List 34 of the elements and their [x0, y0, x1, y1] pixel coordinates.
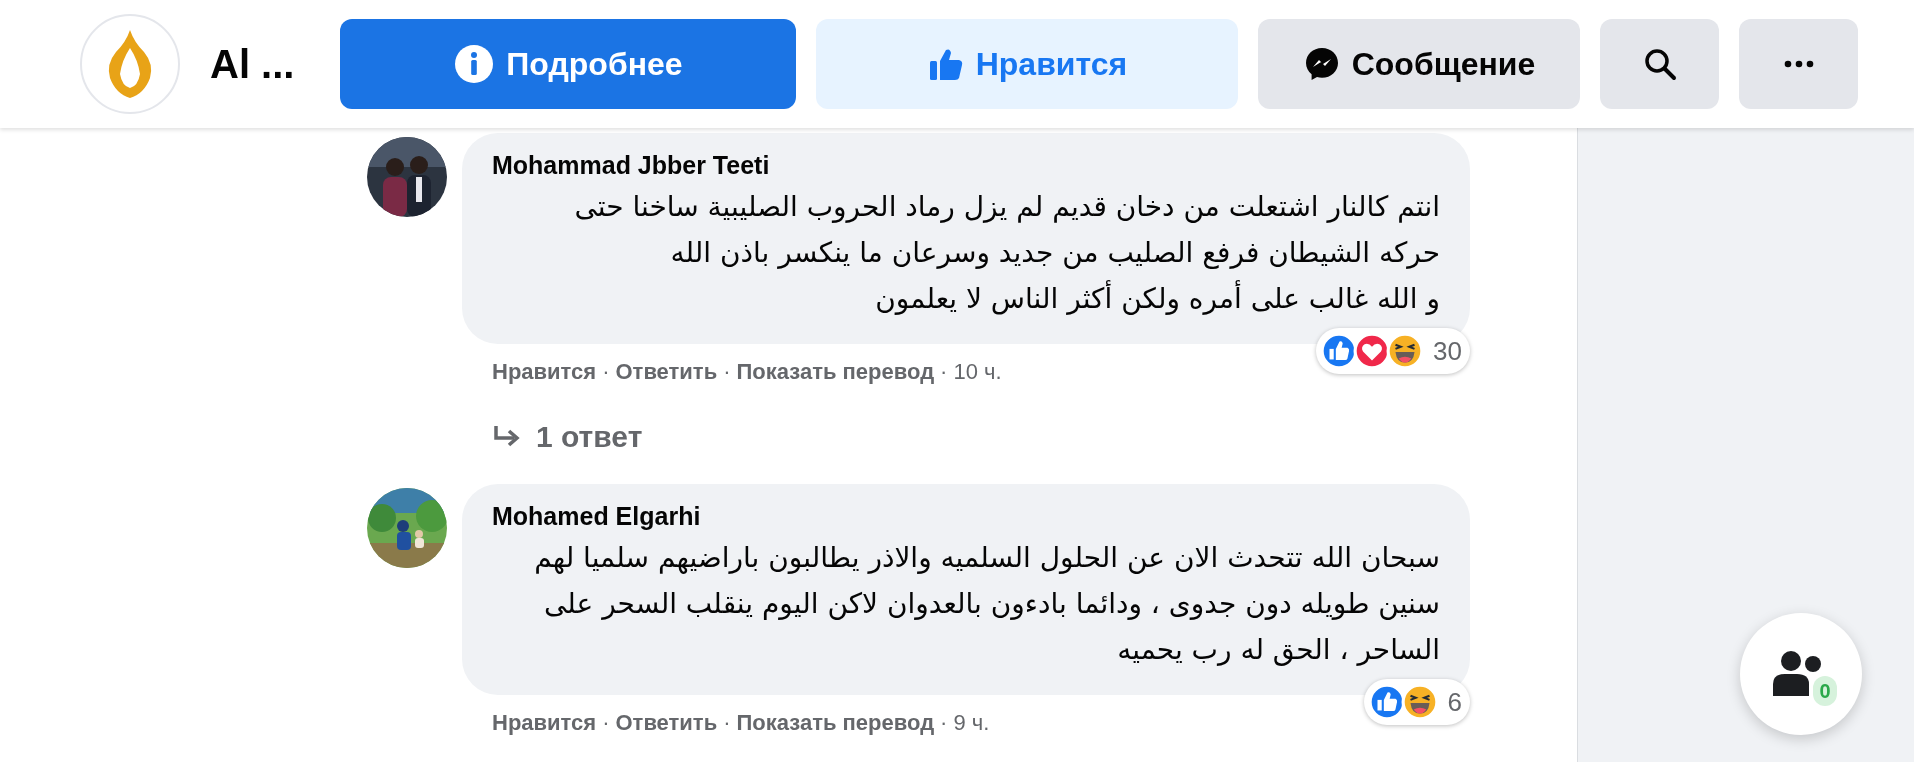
comment-action-link[interactable]: Нравится [492, 710, 597, 736]
reaction-count: 6 [1447, 686, 1462, 718]
more-icon [1783, 60, 1814, 68]
comment-time[interactable]: 10 ч. [953, 359, 1002, 385]
comment-text: سبحان الله تتحدث الان عن الحلول السلميه والاذر يطالبون باراضيهم سلميا لهم سنين طويله دون جدوى ، ودائما بادءون بالعدوان لاكن اليوم ينقلب السحر على الساحر ، الحق له رب يحميه [533, 540, 1440, 668]
info-icon [454, 44, 495, 84]
reaction-count: 30 [1433, 335, 1462, 367]
comment-author[interactable]: Mohammad Jbber Teeti [492, 151, 1440, 180]
comment-text: انتم كالنار اشتعلت من دخان قديم لم يزل رماد الحروب الصليبية ساخنا حتى حركه الشيطان فرفع الصليب من جديد وسرعان ما ينكسر باذن الله و الله غالب على أمره ولكن أكثر الناس لا يعلمون [573, 189, 1440, 317]
comment-action-link[interactable]: Показать перевод [736, 359, 935, 385]
comment-author[interactable]: Mohamed Elgarhi [492, 502, 1440, 531]
comment-action-link[interactable]: Ответить [615, 359, 718, 385]
separator-dot: · [602, 710, 610, 736]
separator-dot: · [940, 359, 948, 385]
separator-dot: · [723, 710, 731, 736]
replies-link[interactable]: 1 ответ [536, 420, 643, 454]
separator-dot: · [723, 359, 731, 385]
page-name: Al ... [210, 41, 295, 87]
messenger-icon [1303, 46, 1340, 82]
reaction-summary[interactable]: 30 [1316, 328, 1470, 374]
info-button[interactable]: Подробнее [340, 19, 797, 109]
comment-time[interactable]: 9 ч. [953, 710, 990, 736]
comment-action-link[interactable]: Ответить [615, 710, 718, 736]
like-button[interactable]: Нравится [816, 19, 1239, 109]
count-badge: 0 [1813, 676, 1837, 706]
reaction-summary[interactable]: 6 [1363, 679, 1470, 725]
more-button[interactable] [1739, 19, 1859, 109]
comment-action-link[interactable]: Показать перевод [736, 710, 935, 736]
separator-dot: · [940, 710, 948, 736]
search-button[interactable] [1600, 19, 1720, 109]
separator-dot: · [602, 359, 610, 385]
message-button[interactable]: Сообщение [1258, 19, 1581, 109]
comment-action-link[interactable]: Нравится [492, 359, 597, 385]
laughing-face-icon [1400, 683, 1439, 721]
